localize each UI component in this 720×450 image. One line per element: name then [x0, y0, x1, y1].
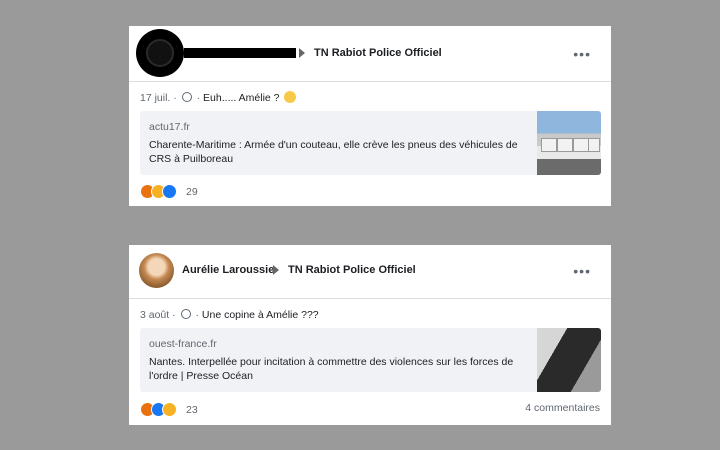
- link-preview[interactable]: actu17.fr Charente-Maritime : Armée d'un…: [140, 111, 601, 175]
- post-message: Une copine à Amélie ???: [201, 309, 319, 321]
- globe-icon: [180, 309, 191, 320]
- post-message: Euh..... Amélie ?: [203, 92, 280, 104]
- post-header: Aurélie Laroussie TN Rabiot Police Offic…: [129, 245, 611, 299]
- link-preview[interactable]: ouest-france.fr Nantes. Interpellée pour…: [140, 328, 601, 392]
- globe-icon: [181, 92, 192, 103]
- post-meta: 3 août · · Une copine à Amélie ???: [140, 309, 319, 321]
- more-options-icon[interactable]: •••: [573, 263, 591, 279]
- arrow-right-icon: [299, 48, 305, 58]
- link-title: Nantes. Interpellée pour incitation à co…: [149, 356, 514, 382]
- more-options-icon[interactable]: •••: [573, 46, 591, 62]
- reaction-count: 29: [186, 186, 198, 198]
- author-name-link[interactable]: Aurélie Laroussie: [182, 264, 274, 276]
- link-domain: ouest-france.fr: [149, 338, 217, 350]
- haha-reaction-icon: [162, 402, 177, 417]
- link-thumbnail: [537, 111, 601, 175]
- post-header: TN Rabiot Police Officiel •••: [129, 26, 611, 82]
- arrow-right-icon: [273, 265, 279, 275]
- link-title: Charente-Maritime : Armée d'un couteau, …: [149, 139, 518, 165]
- meta-separator: ·: [172, 309, 176, 321]
- post-footer: 23 4 commentaires: [140, 400, 600, 420]
- meta-separator: ·: [195, 309, 199, 321]
- post-date[interactable]: 3 août: [140, 309, 169, 321]
- link-thumbnail: [537, 328, 601, 392]
- post-card: TN Rabiot Police Officiel ••• 17 juil. ·…: [129, 26, 611, 206]
- post-card: Aurélie Laroussie TN Rabiot Police Offic…: [129, 245, 611, 425]
- post-footer: 29: [140, 182, 600, 202]
- reaction-count: 23: [186, 404, 198, 416]
- author-name-redacted: [184, 48, 296, 58]
- comments-count-link[interactable]: 4 commentaires: [525, 402, 600, 414]
- group-name-link[interactable]: TN Rabiot Police Officiel: [288, 264, 416, 276]
- group-name-link[interactable]: TN Rabiot Police Officiel: [314, 47, 442, 59]
- avatar[interactable]: [139, 253, 174, 288]
- post-date[interactable]: 17 juil.: [140, 92, 170, 104]
- smiling-face-emoji-icon: [284, 91, 297, 104]
- like-reaction-icon: [162, 184, 177, 199]
- post-meta: 17 juil. · · Euh..... Amélie ?: [140, 91, 297, 104]
- link-domain: actu17.fr: [149, 121, 190, 133]
- meta-separator: ·: [196, 92, 201, 104]
- avatar-redacted[interactable]: [136, 29, 184, 77]
- meta-separator: ·: [173, 92, 177, 104]
